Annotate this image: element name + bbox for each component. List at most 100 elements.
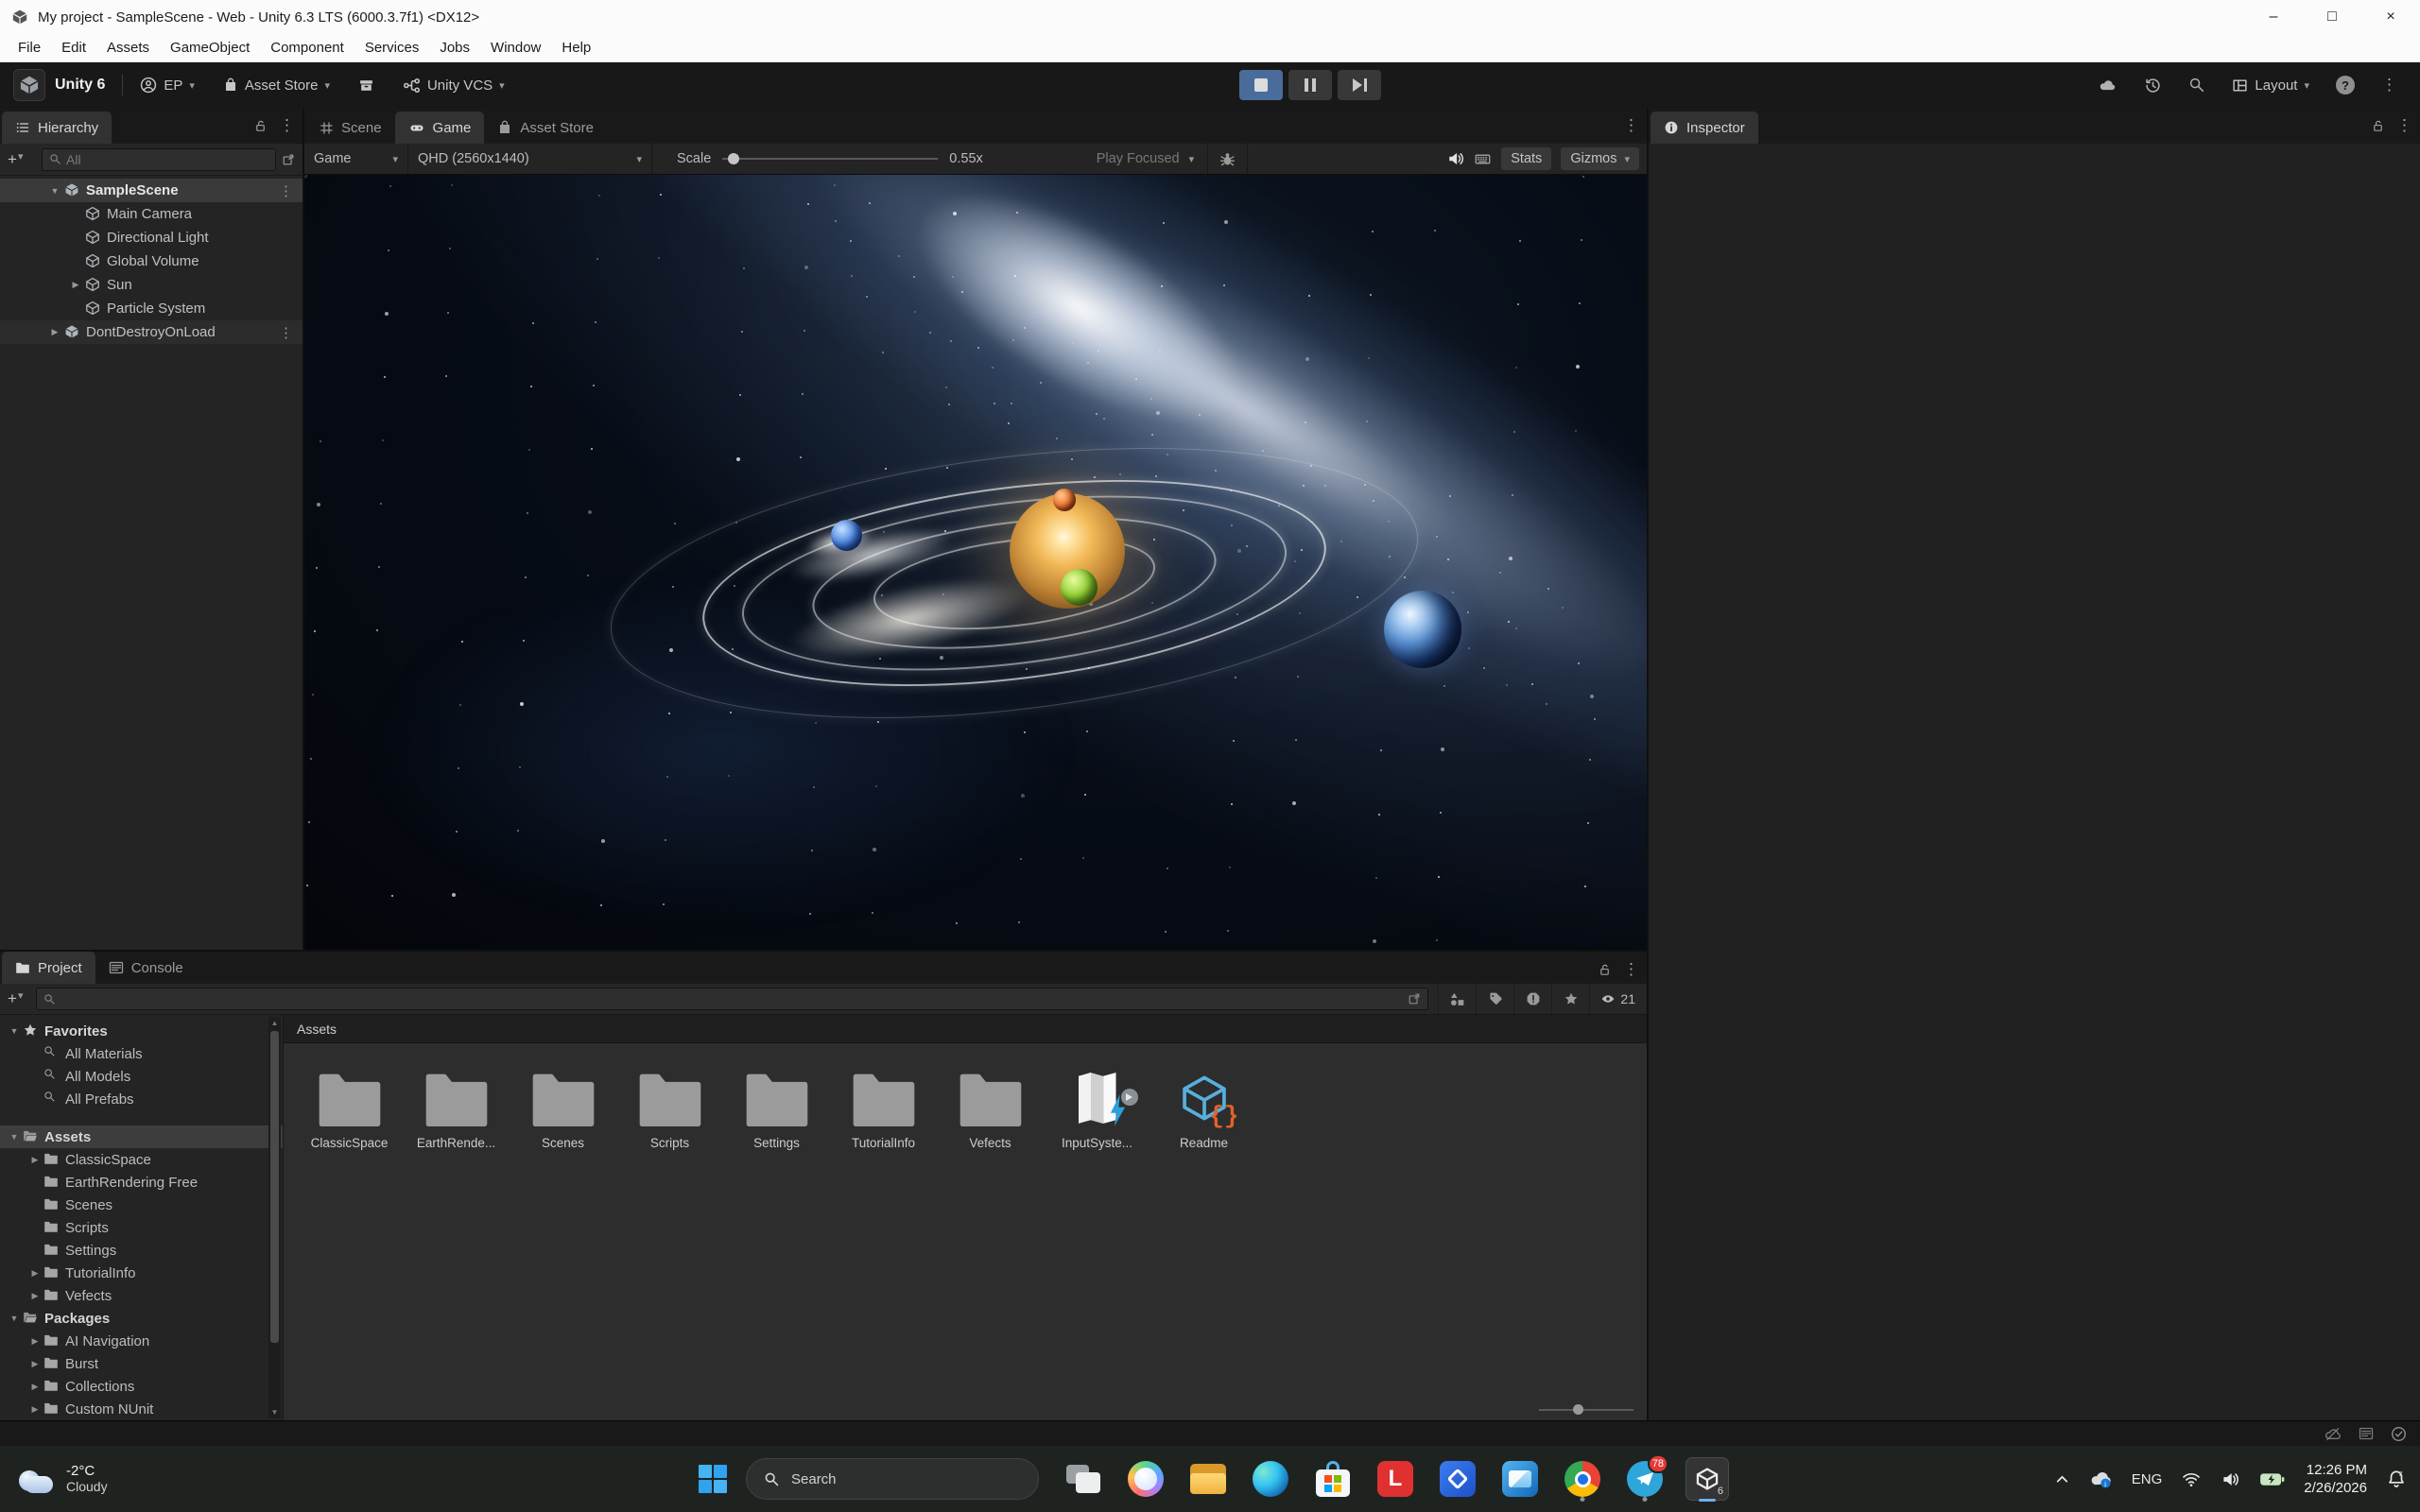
minimize-button[interactable]: – (2244, 0, 2303, 34)
scale-slider[interactable] (722, 153, 939, 164)
popout-search-icon[interactable] (282, 153, 295, 166)
kebab-menu-icon[interactable]: ⋮ (1623, 116, 1639, 135)
tab-console[interactable]: Console (95, 952, 197, 984)
account-dropdown[interactable]: EP ▾ (140, 77, 195, 94)
tree-collapsed-icon[interactable]: ▶ (26, 1268, 43, 1279)
hierarchy-item[interactable]: ▼ SampleScene ⋮ (0, 179, 302, 202)
hierarchy-search-field[interactable] (42, 147, 276, 171)
project-tree-item[interactable]: ▶ Burst (0, 1352, 283, 1375)
project-tree-item[interactable]: ▶ ClassicSpace (0, 1148, 283, 1171)
create-asset-button[interactable]: + ▾ (8, 989, 36, 1008)
hierarchy-item[interactable]: ▶ DontDestroyOnLoad ⋮ (0, 320, 302, 344)
lock-open-icon[interactable] (253, 119, 268, 133)
menu-file[interactable]: File (8, 34, 51, 61)
tree-collapsed-icon[interactable]: ▶ (26, 1404, 43, 1415)
hierarchy-item[interactable]: Particle System (0, 297, 302, 320)
asset-folder[interactable]: Settings (723, 1068, 830, 1150)
asset-readme[interactable]: {} Readme (1150, 1068, 1257, 1150)
project-tree-item[interactable]: ▶ Vefects (0, 1284, 283, 1307)
tree-collapsed-icon[interactable]: ▶ (45, 327, 64, 337)
asset-folder[interactable]: TutorialInfo (830, 1068, 937, 1150)
tree-collapsed-icon[interactable]: ▶ (26, 1155, 43, 1165)
menu-jobs[interactable]: Jobs (429, 34, 480, 61)
menu-gameobject[interactable]: GameObject (160, 34, 260, 61)
menu-edit[interactable]: Edit (51, 34, 96, 61)
project-search-field[interactable] (36, 988, 1429, 1011)
debug-bug-icon[interactable] (1207, 144, 1249, 174)
tab-inspector[interactable]: Inspector (1651, 112, 1758, 144)
tree-expanded-icon[interactable]: ▼ (6, 1026, 23, 1036)
cloud-offline-icon[interactable] (2324, 1426, 2342, 1442)
tree-expanded-icon[interactable]: ▼ (6, 1314, 23, 1323)
project-tree-item[interactable]: Settings (0, 1239, 283, 1262)
kebab-menu-icon[interactable]: ⋮ (2381, 76, 2397, 94)
asset-folder[interactable]: EarthRende... (403, 1068, 510, 1150)
kebab-menu-icon[interactable]: ⋮ (279, 116, 295, 135)
start-button[interactable] (691, 1454, 735, 1503)
project-tree-item[interactable]: All Materials (0, 1042, 283, 1065)
asset-folder[interactable]: Scripts (616, 1068, 723, 1150)
tab-hierarchy[interactable]: Hierarchy (2, 112, 112, 144)
step-button[interactable] (1338, 70, 1381, 100)
taskbar-app-edge[interactable] (1249, 1454, 1292, 1503)
kebab-menu-icon[interactable]: ⋮ (279, 182, 293, 199)
tree-scrollbar[interactable]: ▲ ▼ (268, 1017, 281, 1418)
stop-button[interactable] (1239, 70, 1283, 100)
taskbar-app-file-explorer[interactable] (1186, 1454, 1230, 1503)
display-dropdown[interactable]: Game ▾ (304, 144, 408, 174)
project-tree-item[interactable]: ▶ Collections (0, 1375, 283, 1398)
pause-button[interactable] (1288, 70, 1332, 100)
project-tree-item[interactable]: ▼ Assets (0, 1125, 283, 1148)
tab-asset-store[interactable]: Asset Store (484, 112, 607, 144)
maximize-button[interactable]: □ (2303, 0, 2361, 34)
scrollbar-thumb[interactable] (270, 1031, 279, 1343)
stats-button[interactable]: Stats (1501, 147, 1552, 170)
tree-collapsed-icon[interactable]: ▶ (26, 1382, 43, 1392)
taskbar-app-unity-hub[interactable]: 6 (1685, 1454, 1729, 1503)
tree-collapsed-icon[interactable]: ▶ (26, 1336, 43, 1347)
project-tree-item[interactable]: Scenes (0, 1194, 283, 1216)
tree-collapsed-icon[interactable]: ▶ (66, 280, 85, 290)
taskbar-app-l-app[interactable]: L (1374, 1454, 1417, 1503)
hierarchy-item[interactable]: Main Camera (0, 202, 302, 226)
hidden-count-toggle[interactable]: 21 (1589, 984, 1647, 1014)
filter-by-label-icon[interactable] (1476, 984, 1513, 1014)
icon-size-slider[interactable] (1539, 1404, 1634, 1415)
asset-folder[interactable]: Scenes (510, 1068, 616, 1150)
kebab-menu-icon[interactable]: ⋮ (1623, 960, 1639, 979)
console-status-icon[interactable] (2359, 1426, 2374, 1441)
mute-audio-icon[interactable] (1447, 150, 1464, 167)
progress-ok-icon[interactable] (2391, 1426, 2407, 1442)
tree-collapsed-icon[interactable]: ▶ (26, 1359, 43, 1369)
hierarchy-search-input[interactable] (66, 151, 268, 167)
game-viewport[interactable] (304, 175, 1647, 950)
taskbar-app-chrome[interactable] (1561, 1454, 1604, 1503)
taskbar-search[interactable]: Search (746, 1458, 1039, 1500)
taskbar-app-task-view[interactable] (1062, 1454, 1105, 1503)
tab-scene[interactable]: Scene (306, 112, 395, 144)
history-icon[interactable] (2144, 77, 2162, 94)
taskbar-app-telegram[interactable]: 78 (1623, 1454, 1668, 1503)
onedrive-tray-icon[interactable]: i (2089, 1469, 2113, 1489)
weather-widget[interactable]: -2°C Cloudy (0, 1463, 108, 1495)
asset-folder[interactable]: Vefects (937, 1068, 1044, 1150)
menu-assets[interactable]: Assets (96, 34, 160, 61)
asset-store-dropdown[interactable]: Asset Store ▾ (223, 77, 330, 94)
language-indicator[interactable]: ENG (2132, 1471, 2163, 1487)
scale-slider-knob[interactable] (728, 153, 740, 164)
layout-dropdown[interactable]: Layout ▾ (2232, 77, 2309, 94)
favorites-filter-icon[interactable] (1551, 984, 1589, 1014)
kebab-menu-icon[interactable]: ⋮ (279, 324, 293, 341)
tree-expanded-icon[interactable]: ▼ (45, 186, 64, 196)
project-tree-item[interactable]: ▼ Favorites (0, 1020, 283, 1042)
hierarchy-item[interactable]: Directional Light (0, 226, 302, 249)
popout-search-icon[interactable] (1408, 992, 1421, 1005)
hierarchy-item[interactable]: ▶ Sun (0, 273, 302, 297)
project-tree-item[interactable]: Scripts (0, 1216, 283, 1239)
hierarchy-item[interactable]: Global Volume (0, 249, 302, 273)
scroll-down-icon[interactable]: ▼ (268, 1408, 281, 1417)
taskbar-app-copilot[interactable] (1124, 1454, 1167, 1503)
scroll-up-icon[interactable]: ▲ (268, 1019, 281, 1027)
lock-open-icon[interactable] (2371, 119, 2385, 133)
project-tree-item[interactable]: ▼ Packages (0, 1307, 283, 1330)
